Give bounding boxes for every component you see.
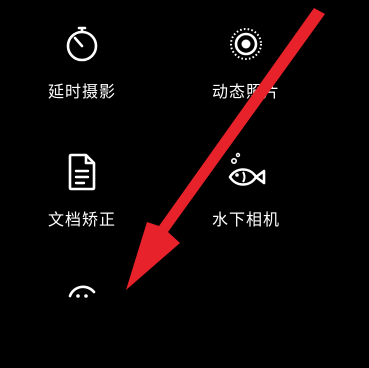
document-icon: [60, 150, 104, 194]
camera-mode-icon: [60, 278, 104, 322]
stopwatch-icon: [60, 22, 104, 66]
mode-label-timelapse: 延时摄影: [47, 82, 116, 101]
mode-tile-underwater[interactable]: 水下相机: [176, 150, 316, 240]
more-modes-grid: 延时摄影 动态照片 文档矫正 水下相机: [0, 0, 369, 300]
mode-label-docscan: 文档矫正: [47, 210, 116, 229]
mode-tile-partial[interactable]: [12, 278, 152, 368]
mode-tile-docscan[interactable]: 文档矫正: [12, 150, 152, 240]
fish-icon: [224, 150, 268, 194]
mode-label-underwater: 水下相机: [211, 210, 280, 229]
mode-tile-livephoto[interactable]: 动态照片: [176, 22, 316, 112]
mode-label-livephoto: 动态照片: [211, 82, 280, 101]
live-photo-icon: [224, 22, 268, 66]
mode-tile-timelapse[interactable]: 延时摄影: [12, 22, 152, 112]
